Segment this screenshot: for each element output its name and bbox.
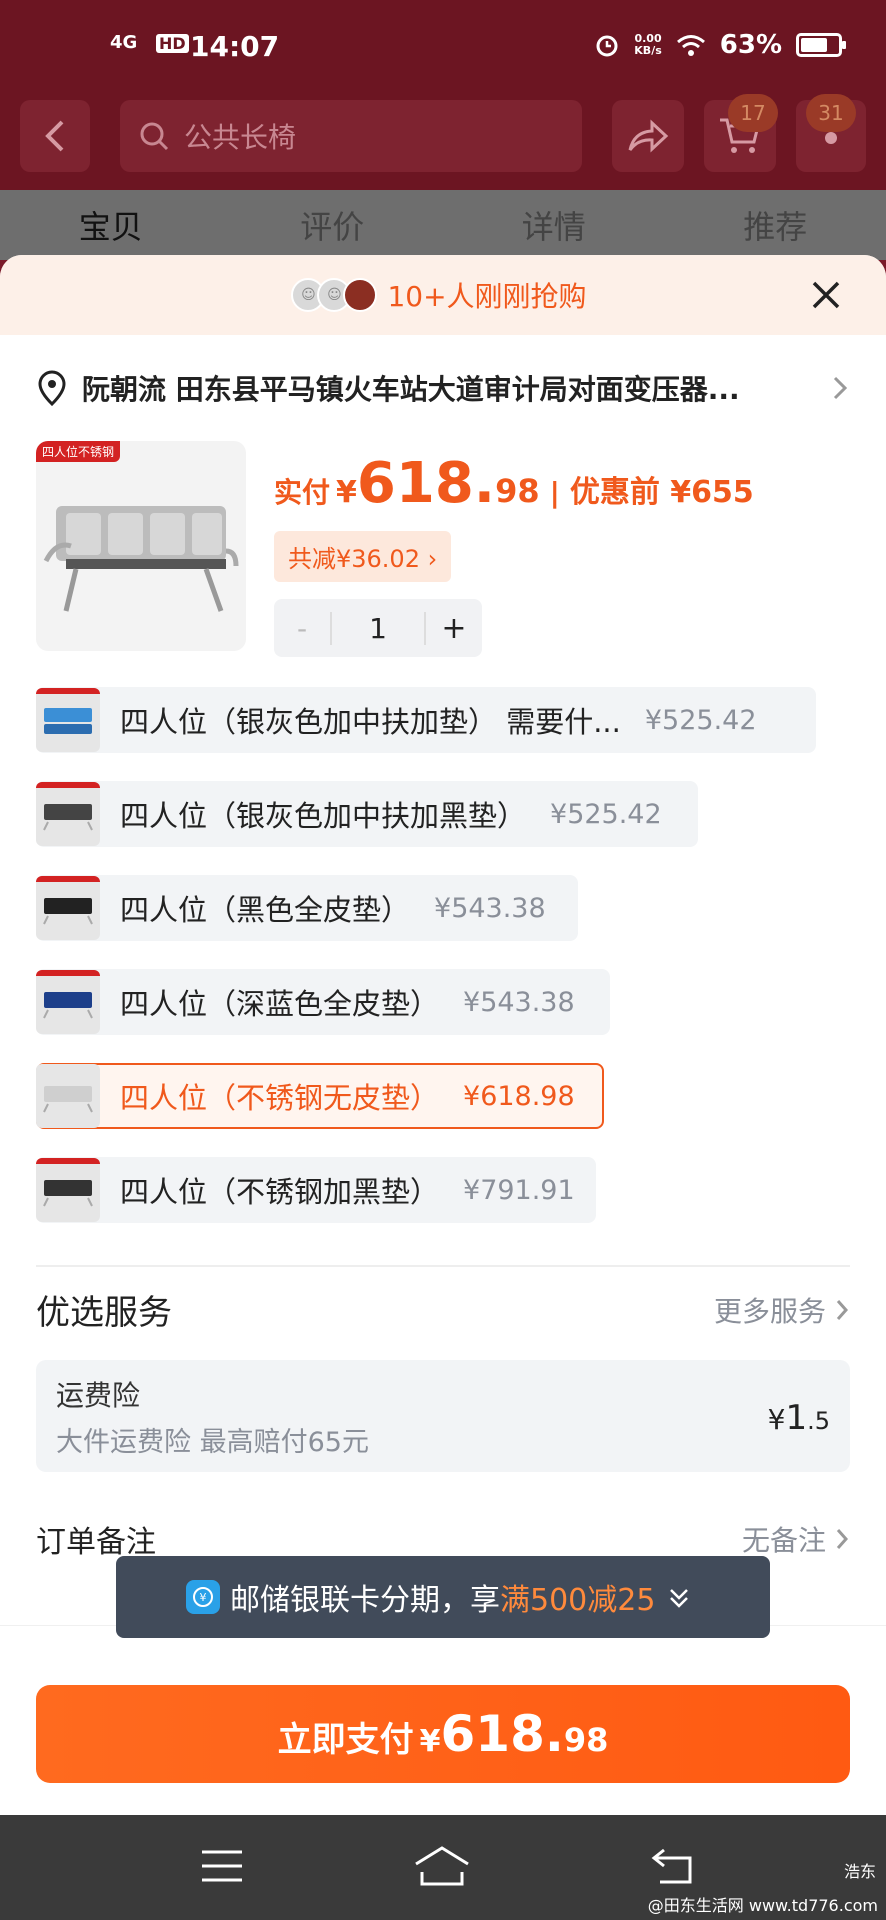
variant-price: ¥618.98 (463, 1080, 575, 1112)
variant-price: ¥543.38 (463, 986, 575, 1018)
chevron-right-icon (836, 1529, 849, 1549)
buyer-avatars: ☺ ☺ (291, 278, 378, 312)
actual-price: 实付 ¥ 618. 98 | 优惠前 ¥655 (274, 451, 754, 516)
variant-price: ¥791.91 (463, 1174, 575, 1206)
services-title: 优选服务 (36, 1293, 172, 1333)
watermark: 浩东 (843, 1862, 876, 1881)
variant-name: 四人位（银灰色加中扶加黑垫） (120, 799, 527, 833)
search-input[interactable]: 公共长椅 (120, 100, 582, 172)
note-label: 订单备注 (36, 1525, 156, 1560)
variant-price: ¥525.42 (550, 798, 662, 830)
service-name: 运费险 (56, 1379, 141, 1412)
net-speed: 0.00 KB/s (634, 32, 662, 57)
header: 公共长椅 17 31 (0, 94, 886, 190)
variant-name: 四人位（黑色全皮垫） (120, 893, 411, 927)
services-header: 优选服务 更多服务 (36, 1285, 850, 1334)
chevron-left-icon (45, 120, 64, 152)
battery-icon (796, 33, 846, 57)
variant-name: 四人位（银灰色加中扶加垫） 需要什... (120, 705, 621, 739)
toast-text: 邮储银联卡分期，享满500减25 (230, 1583, 656, 1618)
decrease-button[interactable]: - (274, 612, 330, 645)
product-thumbnail[interactable]: 四人位不锈钢 (36, 441, 246, 651)
variant-option[interactable]: 四人位（不锈钢加黑垫） ¥791.91 (36, 1157, 596, 1223)
svg-text:¥: ¥ (200, 1591, 207, 1604)
variant-thumbnail (36, 688, 100, 752)
banner-text: 10+人刚刚抢购 (387, 280, 587, 313)
back-nav-button[interactable] (644, 1841, 704, 1891)
chevron-right-icon (836, 1299, 849, 1320)
address-row[interactable]: 阮朝流 田东县平马镇火车站大道审计局对面变压器... (0, 335, 886, 441)
original-price: 优惠前 ¥655 (569, 475, 754, 510)
home-icon (415, 1846, 469, 1886)
tab-recommend[interactable]: 推荐 (665, 190, 886, 260)
alarm-icon (596, 35, 618, 57)
status-right: 0.00 KB/s 63% (594, 30, 846, 60)
order-note-row[interactable]: 订单备注 无备注 (36, 1517, 850, 1561)
home-button[interactable] (412, 1841, 472, 1891)
purchase-banner: ☺ ☺ 10+人刚刚抢购 (0, 255, 886, 335)
back-button[interactable] (20, 100, 90, 172)
variant-option[interactable]: 四人位（银灰色加中扶加垫） 需要什... ¥525.42 (36, 687, 816, 753)
messages-button[interactable]: 31 (796, 94, 866, 172)
quantity-stepper: - 1 + (274, 599, 482, 657)
cart-button[interactable]: 17 (704, 94, 778, 172)
address-text: 阮朝流 田东县平马镇火车站大道审计局对面变压器... (82, 373, 740, 406)
variant-thumbnail (36, 1064, 100, 1128)
variant-option[interactable]: 四人位（银灰色加中扶加黑垫） ¥525.42 (36, 781, 698, 847)
variant-option[interactable]: 四人位（深蓝色全皮垫） ¥543.38 (36, 969, 610, 1035)
messages-badge: 31 (806, 94, 856, 132)
menu-button[interactable] (192, 1841, 252, 1891)
close-icon[interactable] (806, 275, 846, 315)
status-bar: 4G HD 14:07 0.00 KB/s 63% (0, 0, 886, 96)
hd-icon: HD (156, 34, 189, 53)
variant-option-selected[interactable]: 四人位（不锈钢无皮垫） ¥618.98 (36, 1063, 604, 1129)
more-services-link[interactable]: 更多服务 (714, 1290, 850, 1330)
quantity-value[interactable]: 1 (330, 611, 426, 645)
share-button[interactable] (612, 100, 684, 172)
tab-baobei[interactable]: 宝贝 (0, 190, 222, 260)
network-indicator: 4G (110, 32, 138, 53)
bottom-bar: 立即支付 ¥ 618. 98 (0, 1625, 886, 1815)
note-value: 无备注 (742, 1519, 850, 1559)
installment-toast[interactable]: ¥ 邮储银联卡分期，享满500减25 (116, 1556, 770, 1638)
chevron-down-icon (670, 1589, 689, 1608)
unionpay-icon: ¥ (186, 1580, 220, 1614)
service-price: ¥1.5 (767, 1398, 830, 1438)
shipping-insurance-card[interactable]: 运费险 大件运费险 最高赔付65元 ¥1.5 (36, 1360, 850, 1472)
search-icon (140, 122, 169, 151)
variant-name: 四人位（深蓝色全皮垫） (120, 987, 440, 1021)
discount-badge[interactable]: 共减¥36.02 › (274, 531, 452, 582)
variant-thumbnail (36, 970, 100, 1034)
bench-image (43, 506, 239, 612)
pay-now-button[interactable]: 立即支付 ¥ 618. 98 (36, 1685, 850, 1783)
tab-bar: 宝贝 评价 详情 推荐 (0, 190, 886, 260)
watermark: @田东生活网 www.td776.com (647, 1896, 878, 1915)
cart-badge: 17 (728, 94, 778, 132)
variant-thumbnail (36, 876, 100, 940)
status-time: 14:07 (190, 30, 280, 63)
avatar (343, 278, 378, 312)
service-desc: 大件运费险 最高赔付65元 (56, 1427, 369, 1458)
tab-details[interactable]: 详情 (443, 190, 665, 260)
variant-price: ¥543.38 (434, 892, 546, 924)
location-icon (38, 370, 66, 406)
wifi-icon (676, 35, 705, 56)
battery-percent: 63% (719, 30, 782, 60)
search-placeholder: 公共长椅 (184, 121, 297, 154)
thumb-tag: 四人位不锈钢 (36, 441, 121, 462)
variant-thumbnail (36, 1158, 100, 1222)
chevron-right-icon (833, 376, 848, 400)
product-summary: 四人位不锈钢 实付 ¥ 618. 98 | 优惠前 ¥655 共减¥36.02 … (0, 441, 886, 661)
menu-icon (202, 1850, 242, 1882)
increase-button[interactable]: + (426, 611, 482, 646)
variant-thumbnail (36, 782, 100, 846)
share-icon (628, 119, 669, 153)
variant-option[interactable]: 四人位（黑色全皮垫） ¥543.38 (36, 875, 578, 941)
variant-name: 四人位（不锈钢加黑垫） (120, 1175, 440, 1209)
back-icon (651, 1848, 692, 1884)
variant-price: ¥525.42 (644, 704, 757, 736)
tab-reviews[interactable]: 评价 (222, 190, 444, 260)
variant-name: 四人位（不锈钢无皮垫） (120, 1081, 440, 1115)
divider (36, 1265, 850, 1267)
